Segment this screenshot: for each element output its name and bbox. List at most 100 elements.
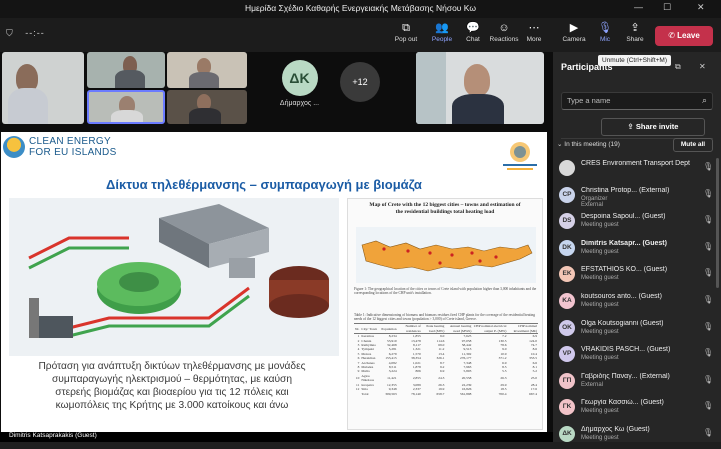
maximize-icon[interactable]: ☐ xyxy=(663,2,671,13)
table-cell: 24.3 xyxy=(438,376,445,381)
participant-role: Meeting guest xyxy=(581,408,619,415)
participant-name: Δήμαρχος Κω (Guest) xyxy=(581,425,650,433)
participant-list: CRES Environment Transport Dept 🎙 CP Christ… xyxy=(553,156,721,449)
participant-name: EFSTATHIOS KO... (Guest) xyxy=(581,266,668,274)
slide-title: Δίκτυα τηλεθέρμανσης – συμπαραγωγή με βι… xyxy=(106,177,422,192)
share-invite-button[interactable]: ⇪ Share invite xyxy=(601,118,705,136)
more-participants-badge[interactable]: +12 xyxy=(340,62,380,102)
search-field[interactable]: ⌕ xyxy=(561,92,713,110)
shield-icon[interactable]: ⛉ xyxy=(6,28,13,38)
slide-caption: Πρόταση για ανάπτυξη δικτύων τηλεθέρμανσ… xyxy=(38,361,306,411)
table-row: 10 Agios Nikolaos 11,421 2,855 24.3 20,558 26.… xyxy=(354,374,538,383)
table-header-cell: Peak heating load (MW) xyxy=(421,323,446,335)
crete-map xyxy=(356,227,536,283)
close-window-icon[interactable]: ✕ xyxy=(697,2,705,13)
leave-button[interactable]: ✆ Leave xyxy=(655,26,713,46)
avatar: EK xyxy=(559,266,575,283)
participant-role: Meeting guest xyxy=(581,328,619,335)
phone-icon: ✆ xyxy=(668,31,675,40)
share-icon: ⇪ xyxy=(630,22,640,34)
participant-row[interactable]: DS Despoina Sapoul... (Guest) Meeting gues… xyxy=(553,209,721,236)
table-cell: 309,563 xyxy=(385,391,397,396)
participant-name: CRES Environment Transport Dept xyxy=(581,160,690,167)
avatar-tile[interactable]: ΔΚ Δήμαρχος ... xyxy=(262,60,337,116)
popout-button[interactable]: ⧉ Pop out xyxy=(388,20,424,43)
participant-role: Meeting guest xyxy=(581,248,619,255)
video-tile[interactable] xyxy=(167,52,247,88)
scrollbar[interactable] xyxy=(716,158,719,288)
participant-row[interactable]: VP VRAKIDIS PASCH... (Guest) Meeting guest… xyxy=(553,342,721,369)
mic-muted-icon: 🎙 xyxy=(703,348,714,358)
participant-row[interactable]: ΓΚ Γεωργία Κασσιώ... (Guest) Meeting guest… xyxy=(553,395,721,422)
participant-row[interactable]: CRES Environment Transport Dept 🎙 xyxy=(553,156,721,183)
share-button[interactable]: ⇪ Share xyxy=(617,20,653,43)
speaker-name-bar: Dimitris Katsaprakakis (Guest) xyxy=(0,432,553,442)
participant-role-extra: External xyxy=(581,201,604,208)
table-header-cell: Number of residences xyxy=(397,323,422,335)
chp-plant-illustration xyxy=(9,198,339,356)
shared-slide: CLEAN ENERGY FOR EU ISLANDS Δίκτυα τηλεθ… xyxy=(1,132,547,436)
avatar: OK xyxy=(559,319,575,336)
title-bar: Ημερίδα Σχέδιο Καθαρής Ενεργειακής Μετάβ… xyxy=(0,0,721,18)
partner-logo-icon xyxy=(503,142,537,170)
avatar: KA xyxy=(559,292,575,309)
table-cell: 658.7 xyxy=(436,391,445,396)
participant-role: Meeting guest xyxy=(581,355,619,362)
meeting-info: ⛉ --:-- xyxy=(6,28,45,39)
avatar: ΔΚ xyxy=(281,60,318,96)
more-icon: ⋯ xyxy=(528,22,540,34)
more-button[interactable]: ⋯ More xyxy=(516,20,552,43)
video-tile[interactable] xyxy=(167,90,247,124)
video-tile[interactable] xyxy=(87,52,165,88)
avatar: DK xyxy=(559,239,575,256)
video-tile[interactable] xyxy=(2,52,84,124)
participant-row[interactable]: ΔΚ Δήμαρχος Κω (Guest) Meeting guest 🎙 xyxy=(553,422,721,449)
in-meeting-toggle[interactable]: ⌄ In this meeting (19) xyxy=(557,140,620,148)
mic-tooltip: Unmute (Ctrl+Shift+M) xyxy=(598,55,672,66)
participant-row[interactable]: ΓΠ Γαβριδης Παναγ... (External) External 🎙 xyxy=(553,369,721,396)
research-paper-excerpt: Map of Crete with the 12 biggest cities … xyxy=(347,198,543,430)
mic-muted-icon: 🎙 xyxy=(703,268,714,278)
participant-role: Meeting guest xyxy=(581,222,619,229)
minimize-icon[interactable]: — xyxy=(634,2,643,12)
mic-muted-icon: 🎙 xyxy=(703,321,714,331)
heating-table: Table 1: Indicative dimensioning of biom… xyxy=(354,313,538,396)
table-header-cell: Population xyxy=(380,323,398,335)
meeting-toolbar: ⛉ --:-- ⧉ Pop out 👥 People 💬 Chat ☺ Reac… xyxy=(0,18,721,52)
table-header-cell: City/ Town xyxy=(360,323,381,335)
close-icon[interactable]: ✕ xyxy=(699,62,706,71)
avatar-name: Δήμαρχος ... xyxy=(279,100,320,107)
mute-all-button[interactable]: Mute all xyxy=(673,138,713,152)
clean-energy-logo-icon xyxy=(3,136,25,158)
participant-row[interactable]: OK Olga Koutsogianni (Guest) Meeting guest… xyxy=(553,316,721,343)
mic-muted-icon: 🎙 xyxy=(703,294,714,304)
mic-muted-icon: 🎙 xyxy=(703,401,714,411)
participant-name: Christina Protop... (External) xyxy=(581,186,670,194)
search-icon: ⌕ xyxy=(701,95,707,105)
table-cell: Total xyxy=(361,391,369,396)
speaker-video[interactable] xyxy=(416,52,544,124)
participant-name: Γεωργία Κασσιώ... (Guest) xyxy=(581,399,664,407)
table-cell: 25.0 xyxy=(530,376,537,381)
pin-icon[interactable]: ⧉ xyxy=(675,62,681,72)
table-cell: 26.3 xyxy=(500,376,507,381)
participant-row[interactable]: CP Christina Protop... (External) Organize… xyxy=(553,183,721,210)
table-header-cell: CHP nominal electrical output Pₑ (MW) xyxy=(472,323,508,335)
video-tile-active[interactable] xyxy=(87,90,165,124)
participant-row[interactable]: EK EFSTATHIOS KO... (Guest) Meeting guest 🎙 xyxy=(553,262,721,289)
avatar: ΓΚ xyxy=(559,399,575,416)
window-title: Ημερίδα Σχέδιο Καθαρής Ενεργειακής Μετάβ… xyxy=(244,3,477,13)
participant-role: Meeting guest xyxy=(581,434,619,441)
participant-row[interactable]: KA koutsouros anto... (Guest) Meeting gues… xyxy=(553,289,721,316)
table-cell: 20,558 xyxy=(461,376,472,381)
meeting-stage: ΔΚ Δήμαρχος ... +12 CLEAN ENERGY FOR EU … xyxy=(0,52,553,442)
table-row: Total 309,563 78,140 658.7 561,898 700.4 667.4 xyxy=(354,392,538,396)
mic-muted-icon: 🎙 xyxy=(703,241,714,251)
avatar: VP xyxy=(559,346,575,363)
participant-name: Γαβριδης Παναγ... (External) xyxy=(581,372,670,380)
search-input[interactable] xyxy=(567,96,692,105)
participant-row[interactable]: DK Dimitris Katsapr... (Guest) Meeting gue… xyxy=(553,236,721,263)
share-invite-icon: ⇪ xyxy=(627,122,634,131)
mic-muted-icon: 🎙 xyxy=(703,427,714,437)
table-cell: 700.4 xyxy=(498,391,507,396)
